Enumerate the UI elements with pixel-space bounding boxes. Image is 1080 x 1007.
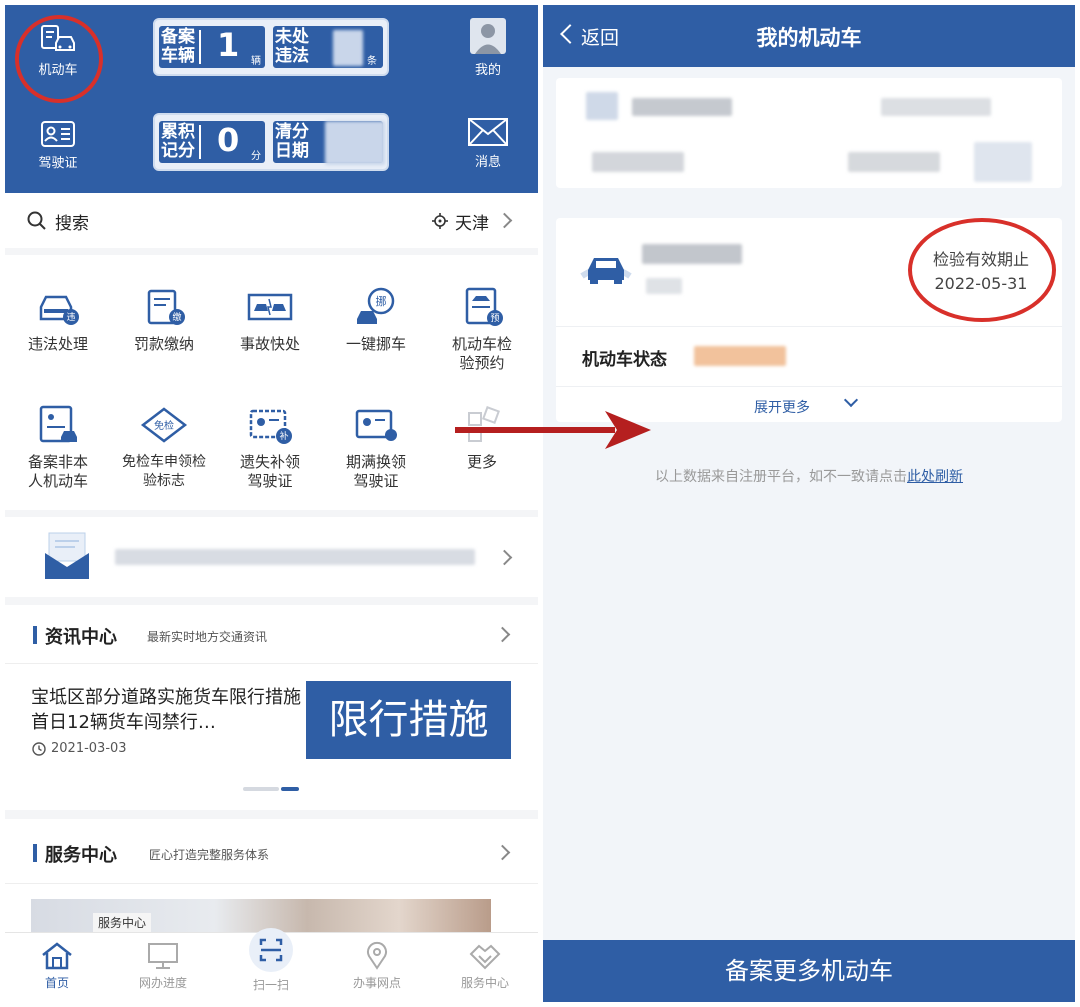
search-label: 搜索 [55,214,89,234]
mail-notice-icon [45,532,89,579]
home-icon [42,942,72,970]
chevron-down-icon [843,392,859,408]
points-box[interactable]: 累积 记分 0 分 清分 日期 [153,113,389,171]
svg-text:违: 违 [66,312,75,323]
tab-service-center[interactable]: 服务中心 [435,941,535,991]
register-more-vehicles-button[interactable]: 备案更多机动车 [543,940,1075,1002]
register-other-car-icon [39,405,77,443]
handshake-icon [469,944,501,970]
svg-text:免检: 免检 [154,419,174,432]
mine-entry[interactable]: 我的 [453,17,523,78]
chevron-right-icon [496,212,513,229]
car-icon [580,258,632,284]
clock-icon [32,742,46,756]
blurred-notice-text [115,549,475,565]
exempt-inspection-icon: 免检 [140,407,188,443]
license-card-icon [41,121,75,147]
service-register-other[interactable]: 备案非本人机动车 [5,405,111,491]
service-photo-label: 服务中心 [93,913,152,932]
mine-label: 我的 [474,63,501,78]
car-violation-icon: 违 [39,295,79,325]
city-selector[interactable]: 天津 [455,209,489,234]
notice-bar[interactable] [5,517,538,597]
location-pin-icon [367,941,387,970]
chevron-right-icon[interactable] [494,844,511,861]
svg-text:预: 预 [490,313,499,324]
registered-vehicle-box[interactable]: 备案 车辆 1 辆 未处 违法 条 [153,18,389,76]
driving-license-entry[interactable]: 驾驶证 [23,120,93,171]
page-title: 我的机动车 [756,26,862,50]
envelope-icon [468,118,508,146]
scan-icon [249,928,293,972]
service-grid: 违 违法处理 缴 罚款缴纳 事故快处 挪 一键挪车 预 机动车检验预约 备案非本… [5,255,538,510]
service-exempt-inspection[interactable]: 免检 免检车申领检验标志 [111,405,217,491]
news-banner[interactable]: 限行措施 [306,681,511,759]
registered-count: 1 [217,26,240,64]
monitor-icon [148,943,178,969]
svg-text:补: 补 [279,430,288,442]
svg-text:缴: 缴 [172,311,181,323]
tab-home[interactable]: 首页 [7,941,107,991]
chevron-right-icon [496,549,513,566]
message-label: 消息 [474,155,501,170]
chevron-right-icon[interactable] [494,626,511,643]
refresh-link[interactable]: 此处刷新 [907,469,963,485]
service-title: 服务中心 [45,845,117,866]
my-vehicle-screen: 返回 我的机动车 检验有效期止 2022-05-31 机动车状态 展开更多 以上… [543,5,1075,1002]
vehicle-card[interactable]: 检验有效期止 2022-05-31 机动车状态 展开更多 [556,218,1062,422]
home-header: 机动车 驾驶证 备案 车辆 1 辆 未处 违法 条 累积 记分 0 分 清分 日… [5,5,538,193]
service-lost-license[interactable]: 补 遗失补领驾驶证 [217,405,323,491]
status-label: 机动车状态 [582,350,667,370]
nav-bar: 返回 我的机动车 [543,5,1075,67]
annotation-circle [908,218,1056,322]
blurred-status [694,346,786,366]
service-violation[interactable]: 违 违法处理 [5,287,111,354]
tab-scan[interactable]: 扫一扫 [221,927,321,993]
lost-license-icon: 补 [249,409,292,444]
tab-service-points[interactable]: 办事网点 [327,941,427,991]
expand-label: 展开更多 [754,400,810,416]
news-date: 2021-03-03 [51,741,127,756]
carousel-dots [243,787,279,791]
points-value: 0 [217,121,240,159]
service-move-car[interactable]: 挪 一键挪车 [323,287,429,354]
avatar-icon [470,18,506,54]
carousel-active-dot [281,787,299,791]
renew-license-icon [355,409,397,441]
service-center: 服务中心 匠心打造完整服务体系 服务中心 [5,819,538,939]
search-icon [27,211,46,230]
svg-text:挪: 挪 [376,294,387,308]
blurred-plate [642,244,742,264]
data-source-note: 以上数据来自注册平台，如不一致请点击此处刷新 [543,466,1075,486]
blurred-date [325,121,385,165]
move-car-icon: 挪 [357,287,395,324]
expand-more-button[interactable]: 展开更多 [754,392,874,417]
news-center: 资讯中心 最新实时地方交通资讯 宝坻区部分道路实施货车限行措施首日12辆货车闯禁… [5,605,538,810]
owner-info-card [556,78,1062,188]
service-subtitle: 匠心打造完整服务体系 [149,848,270,862]
tab-progress[interactable]: 网办进度 [113,941,213,991]
service-fine-pay[interactable]: 缴 罚款缴纳 [111,287,217,354]
news-subtitle: 最新实时地方交通资讯 [147,630,268,644]
news-title: 资讯中心 [45,627,117,648]
service-accident[interactable]: 事故快处 [217,287,323,354]
fine-pay-icon: 缴 [147,289,185,325]
annotation-arrow [455,411,651,449]
bottom-tab-bar: 首页 网办进度 扫一扫 办事网点 服务中心 [5,928,538,1002]
license-label: 驾驶证 [38,156,78,171]
blurred-count [333,30,363,66]
inspection-booking-icon: 预 [465,287,503,326]
locate-icon [432,213,448,229]
news-headline[interactable]: 宝坻区部分道路实施货车限行措施首日12辆货车闯禁行… [31,685,301,735]
accident-icon [247,293,293,321]
annotation-circle [15,15,103,103]
data-source-text: 以上数据来自注册平台，如不一致请点击 [655,469,907,485]
service-inspection-booking[interactable]: 预 机动车检验预约 [429,287,535,373]
service-renew-license[interactable]: 期满换领驾驶证 [323,405,429,491]
home-screen: 机动车 驾驶证 备案 车辆 1 辆 未处 违法 条 累积 记分 0 分 清分 日… [5,5,538,1002]
message-entry[interactable]: 消息 [453,117,523,170]
search-bar[interactable]: 搜索 天津 [5,193,538,248]
